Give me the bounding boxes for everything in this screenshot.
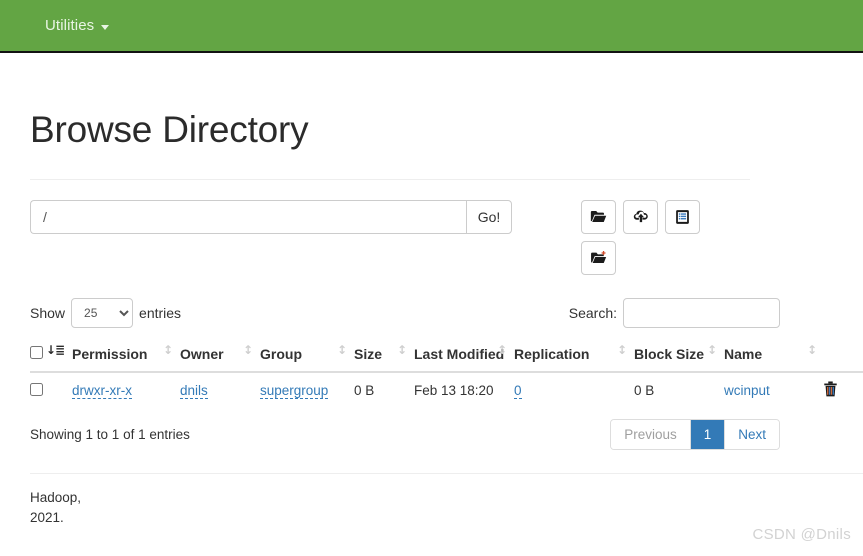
column-label-last-modified: Last Modified <box>414 345 505 362</box>
column-header-group[interactable]: ↕ Group <box>260 337 354 374</box>
folder-paste-icon <box>590 251 606 264</box>
column-label-name: Name <box>724 345 763 362</box>
table-header-row: ↓≣ ↕ Permission ↕ Owner ↕ Group ↕ Size ↕… <box>30 337 863 374</box>
nav-utilities-label: Utilities <box>45 17 95 34</box>
cell-name: wcinput <box>724 372 824 408</box>
pagination-page-1-button[interactable]: 1 <box>690 420 726 450</box>
entries-per-page-select[interactable]: 25 <box>71 297 134 328</box>
directory-listing-table: ↓≣ ↕ Permission ↕ Owner ↕ Group ↕ Size ↕… <box>30 337 863 409</box>
column-header-actions <box>824 337 863 374</box>
sort-both-icon: ↕ <box>162 342 173 357</box>
caret-down-icon <box>101 24 110 30</box>
folder-open-icon <box>590 211 607 223</box>
cell-block-size: 0 B <box>634 383 655 399</box>
cell-permission: drwxr-xr-x <box>72 372 180 408</box>
footer-line-2: 2021. <box>30 510 64 526</box>
column-header-last-modified[interactable]: ↕ Last Modified <box>414 337 514 374</box>
datatable-footer: Showing 1 to 1 of 1 entries Previous 1 N… <box>30 419 780 451</box>
column-label-group: Group <box>260 345 302 362</box>
cell-actions <box>824 372 863 408</box>
entries-length-control: Show 25 entries <box>30 297 182 328</box>
file-name-link[interactable]: wcinput <box>724 383 770 398</box>
cloud-upload-icon <box>633 210 648 223</box>
sort-both-icon: ↕ <box>706 342 717 357</box>
upload-files-button[interactable] <box>623 199 658 234</box>
create-directory-button[interactable] <box>581 199 616 234</box>
column-header-block-size[interactable]: ↕ Block Size <box>634 337 724 374</box>
column-label-block-size: Block Size <box>634 345 705 362</box>
column-header-permission[interactable]: ↕ Permission <box>72 337 180 374</box>
sort-both-icon: ↕ <box>496 342 507 357</box>
sort-both-icon: ↕ <box>806 342 817 357</box>
pagination-next-button[interactable]: Next <box>725 420 779 450</box>
datatable-controls: Show 25 entries Search: <box>30 297 780 328</box>
page-title: Browse Directory <box>30 109 309 150</box>
search-control: Search: <box>568 297 780 328</box>
go-button[interactable]: Go! <box>466 199 512 234</box>
cell-last-modified: Feb 13 18:20 <box>414 383 494 399</box>
clipboard-list-icon <box>676 209 689 224</box>
table-row: drwxr-xr-x dnils supergroup 0 B Feb 13 1… <box>30 372 863 408</box>
footer-line-1: Hadoop, <box>30 490 82 506</box>
sort-both-icon: ↕ <box>336 342 347 357</box>
sort-both-icon: ↕ <box>616 342 627 357</box>
row-select-cell <box>30 372 72 408</box>
footer-divider <box>30 473 863 475</box>
directory-path-input[interactable] <box>30 199 466 234</box>
top-navbar: Utilities <box>0 0 863 53</box>
nav-utilities-dropdown[interactable]: Utilities <box>45 17 110 34</box>
path-tool-buttons <box>581 199 711 275</box>
select-all-checkbox[interactable] <box>30 345 43 359</box>
search-input[interactable] <box>623 297 780 328</box>
column-label-replication: Replication <box>514 345 590 362</box>
permission-link[interactable]: drwxr-xr-x <box>72 383 132 400</box>
page-footer: Hadoop, 2021. <box>30 488 150 529</box>
owner-link[interactable]: dnils <box>180 383 208 400</box>
delete-row-button[interactable] <box>824 381 837 397</box>
row-select-checkbox[interactable] <box>30 382 43 396</box>
column-header-name[interactable]: ↕ Name <box>724 337 824 374</box>
cell-size: 0 B <box>354 383 375 399</box>
page-container: Browse Directory Go! <box>0 109 863 543</box>
replication-link[interactable]: 0 <box>514 383 522 400</box>
search-label: Search: <box>568 304 617 321</box>
trash-icon <box>824 381 837 397</box>
cell-group: supergroup <box>260 372 354 408</box>
title-divider <box>30 178 750 180</box>
path-input-group: Go! <box>30 199 512 234</box>
cell-owner: dnils <box>180 372 260 408</box>
watermark: CSDN @Dnils <box>752 525 851 543</box>
sort-both-icon: ↕ <box>396 342 407 357</box>
path-bar-row: Go! <box>30 199 833 275</box>
entries-label: entries <box>139 304 182 321</box>
column-label-permission: Permission <box>72 345 148 362</box>
table-info-text: Showing 1 to 1 of 1 entries <box>30 427 190 443</box>
group-link[interactable]: supergroup <box>260 383 329 400</box>
paste-into-directory-button[interactable] <box>581 240 616 275</box>
column-header-size[interactable]: ↕ Size <box>354 337 414 374</box>
cut-paste-list-button[interactable] <box>665 199 700 234</box>
column-header-select-all[interactable]: ↓≣ <box>30 337 72 374</box>
sort-amount-icon: ↓≣ <box>45 342 65 357</box>
pagination: Previous 1 Next <box>610 419 780 451</box>
column-label-owner: Owner <box>180 345 224 362</box>
pagination-previous-button[interactable]: Previous <box>611 420 691 450</box>
show-label: Show <box>30 304 66 321</box>
cell-replication: 0 <box>514 372 634 408</box>
column-label-size: Size <box>354 345 383 362</box>
column-header-owner[interactable]: ↕ Owner <box>180 337 260 374</box>
sort-both-icon: ↕ <box>242 342 253 357</box>
column-header-replication[interactable]: ↕ Replication <box>514 337 634 374</box>
